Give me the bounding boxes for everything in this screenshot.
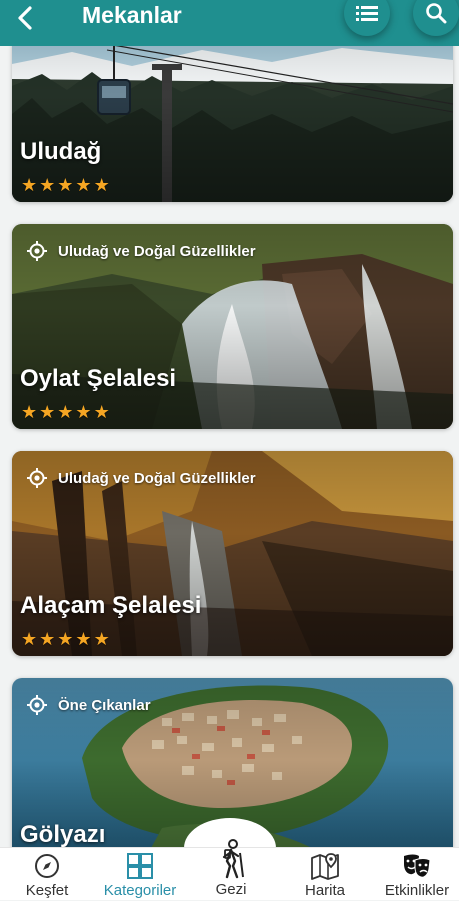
- grid-icon: [127, 853, 153, 879]
- place-name: Uludağ: [20, 138, 102, 165]
- rating-stars: ★ ★ ★ ★ ★: [21, 176, 110, 194]
- search-icon: [426, 3, 447, 24]
- category-label: Öne Çıkanlar: [26, 694, 151, 716]
- place-name: Alaçam Şelalesi: [20, 592, 202, 619]
- star-icon: ★: [75, 629, 92, 649]
- nav-label: Kategoriler: [103, 882, 177, 899]
- rating-stars: ★ ★ ★ ★ ★: [21, 630, 110, 648]
- page-title: Mekanlar: [82, 2, 182, 28]
- rating-stars: ★ ★ ★ ★ ★: [21, 403, 110, 421]
- nav-label: Keşfet: [25, 882, 69, 899]
- star-icon: ★: [21, 175, 38, 195]
- compass-icon: [35, 854, 59, 878]
- nav-item-gezi[interactable]: Gezi: [198, 839, 264, 900]
- hiker-icon: [222, 839, 244, 879]
- star-icon: ★: [39, 402, 56, 422]
- location-target-icon: [27, 241, 47, 261]
- list-view-button[interactable]: [344, 0, 390, 36]
- star-icon: ★: [57, 402, 74, 422]
- list-icon: [356, 6, 378, 21]
- nav-label: Gezi: [215, 881, 247, 898]
- theater-masks-icon: [404, 854, 431, 878]
- bottom-navigation: Keşfet Kategoriler Gezi Harita Etkinlikl…: [0, 839, 459, 901]
- nav-item-kategoriler[interactable]: Kategoriler: [92, 848, 188, 901]
- nav-label: Harita: [304, 882, 345, 899]
- place-card-alacam[interactable]: Uludağ ve Doğal Güzellikler Alaçam Şelal…: [12, 451, 453, 656]
- star-icon: ★: [57, 175, 74, 195]
- place-name: Oylat Şelalesi: [20, 365, 177, 392]
- app-bar: Mekanlar: [0, 0, 459, 46]
- star-icon: ★: [93, 629, 110, 649]
- category-text: Uludağ ve Doğal Güzellikler: [58, 242, 256, 260]
- star-icon: ★: [39, 175, 56, 195]
- category-label: Uludağ ve Doğal Güzellikler: [26, 240, 256, 262]
- location-target-icon: [27, 695, 47, 715]
- star-icon: ★: [21, 402, 38, 422]
- nav-item-kesfet[interactable]: Keşfet: [12, 848, 82, 901]
- map-icon: [311, 853, 339, 880]
- location-target-icon: [27, 468, 47, 488]
- star-icon: ★: [93, 402, 110, 422]
- place-card-uludag[interactable]: Uludağ ★ ★ ★ ★ ★: [12, 24, 453, 202]
- back-arrow-icon[interactable]: [12, 4, 40, 32]
- category-text: Öne Çıkanlar: [58, 696, 151, 714]
- star-icon: ★: [75, 402, 92, 422]
- place-name: Gölyazı: [20, 821, 106, 848]
- category-text: Uludağ ve Doğal Güzellikler: [58, 469, 256, 487]
- star-icon: ★: [21, 629, 38, 649]
- star-icon: ★: [57, 629, 74, 649]
- nav-label: Etkinlikler: [384, 882, 450, 899]
- place-card-oylat[interactable]: Uludağ ve Doğal Güzellikler Oylat Şelale…: [12, 224, 453, 429]
- star-icon: ★: [39, 629, 56, 649]
- nav-item-harita[interactable]: Harita: [292, 848, 358, 901]
- category-label: Uludağ ve Doğal Güzellikler: [26, 467, 256, 489]
- star-icon: ★: [75, 175, 92, 195]
- places-list[interactable]: Uludağ ★ ★ ★ ★ ★ Uludağ ve Doğal Güzelli…: [0, 0, 459, 900]
- nav-item-etkinlikler[interactable]: Etkinlikler: [376, 848, 458, 901]
- star-icon: ★: [93, 175, 110, 195]
- search-button[interactable]: [413, 0, 459, 36]
